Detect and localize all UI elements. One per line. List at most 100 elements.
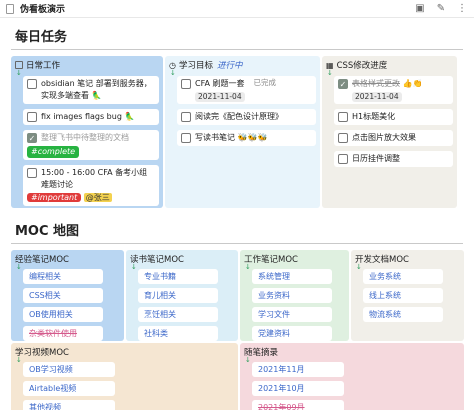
task-card[interactable]: H1标题美化 (334, 109, 453, 125)
moc-link[interactable]: 社科类 (138, 326, 218, 341)
parrot-icon: 🦜 (91, 91, 102, 100)
moc-link[interactable]: Airtable视频 (23, 381, 115, 396)
reading-view-icon[interactable]: ▣ (414, 3, 426, 15)
task-text: 整理飞书中待整理的文档 (41, 133, 129, 142)
mention-tag[interactable]: @张三 (83, 193, 112, 202)
collapse-icon[interactable]: ↓ (16, 263, 22, 271)
task-text: 点击图片放大效果 (352, 133, 416, 142)
moc-board: 经验笔记MOC ↓ 编程相关 CSS相关 OB使用相关 杂类软件使用 读书笔记M… (11, 250, 464, 410)
moc-link[interactable]: 专业书籍 (138, 269, 218, 284)
kanban-column-study-goals: ◷ 学习目标 进行中 ↓ CFA 刷题一套 已完成 2021-11-04 阅读完… (165, 56, 320, 208)
task-checkbox[interactable] (27, 112, 37, 122)
task-card[interactable]: CFA 刷题一套 已完成 2021-11-04 (177, 76, 316, 104)
task-text: 日历挂件调整 (352, 154, 400, 163)
task-text: 阅读完《配色设计原理》 (195, 112, 283, 121)
moc-column-dev-docs: 开发文档MOC ↓ 业务系统 线上系统 物流系统 (351, 250, 464, 341)
moc-link[interactable]: 2021年11月 (252, 362, 344, 377)
moc-link[interactable]: 烹饪相关 (138, 307, 218, 322)
task-checkbox[interactable]: ✓ (338, 79, 348, 89)
moc-link[interactable]: OB使用相关 (23, 307, 103, 322)
collapse-icon[interactable]: ↓ (131, 263, 137, 271)
collapse-icon[interactable]: ↓ (16, 356, 22, 364)
collapse-icon[interactable]: ↓ (356, 263, 362, 271)
date-badge: 2021-11-04 (352, 92, 402, 102)
edit-icon[interactable]: ✎ (435, 3, 447, 15)
column-title: 经验笔记MOC (15, 255, 69, 265)
task-text: 写读书笔记 🐝🐝🐝 (195, 133, 268, 142)
collapse-icon[interactable]: ↓ (170, 69, 176, 77)
moc-column-reading: 读书笔记MOC ↓ 专业书籍 育儿相关 烹饪相关 社科类 (126, 250, 238, 341)
document-icon (6, 3, 14, 14)
task-checkbox[interactable] (27, 79, 37, 89)
collapse-icon[interactable]: ↓ (16, 69, 22, 77)
thumbs-up-icon: 👍👏 (402, 79, 423, 88)
task-card[interactable]: 写读书笔记 🐝🐝🐝 (177, 130, 316, 146)
column-header: ▦ CSS修改进度 (326, 59, 453, 72)
moc-column-work: 工作笔记MOC ↓ 系统管理 业务资料 学习文件 党建资料 (240, 250, 349, 341)
task-card[interactable]: 阅读完《配色设计原理》 (177, 109, 316, 125)
task-text: 15:00 - 16:00 CFA 备考小组难题讨论 (41, 168, 148, 189)
task-card[interactable]: 日历挂件调整 (334, 151, 453, 167)
column-title: 学习目标 (178, 61, 213, 71)
moc-link[interactable]: 业务系统 (363, 269, 443, 284)
collapse-icon[interactable]: ↓ (245, 263, 251, 271)
moc-link[interactable]: 其他视频 (23, 400, 115, 410)
kanban-column-daily-work: 日常工作 ↓ obsidian 笔记 部署到服务器，实现多端查看 🦜 fix i… (11, 56, 163, 208)
daily-board: 日常工作 ↓ obsidian 笔记 部署到服务器，实现多端查看 🦜 fix i… (11, 56, 463, 208)
task-card[interactable]: ✓ 表格样式更改 👍👏 2021-11-04 (334, 76, 453, 104)
task-checkbox[interactable]: ✓ (27, 133, 37, 143)
important-tag[interactable]: #important (27, 193, 82, 202)
moc-link[interactable]: 物流系统 (363, 307, 443, 322)
moc-link[interactable]: 编程相关 (23, 269, 103, 284)
more-options-icon[interactable]: ⋮ (456, 3, 468, 15)
title-bar: 伪看板演示 ▣ ✎ ⋮ (0, 0, 474, 18)
moc-link[interactable]: 线上系统 (363, 288, 443, 303)
task-text: fix images flags bug 🦜 (41, 112, 135, 121)
kanban-column-css-progress: ▦ CSS修改进度 ↓ ✓ 表格样式更改 👍👏 2021-11-04 H1标题美… (322, 56, 457, 208)
moc-link[interactable]: 党建资料 (252, 326, 332, 341)
moc-link[interactable]: 杂类软件使用 (23, 326, 103, 341)
done-badge: 已完成 (253, 78, 276, 87)
column-header: ◷ 学习目标 进行中 (169, 59, 316, 72)
column-title: 日常工作 (26, 61, 61, 71)
task-text: 表格样式更改 👍👏 (352, 79, 423, 88)
task-checkbox[interactable] (338, 133, 348, 143)
task-checkbox[interactable] (338, 154, 348, 164)
moc-column-experience: 经验笔记MOC ↓ 编程相关 CSS相关 OB使用相关 杂类软件使用 (11, 250, 124, 341)
moc-heading: MOC 地图 (11, 213, 463, 244)
column-title: 读书笔记MOC (130, 255, 184, 265)
column-header: 日常工作 (15, 59, 159, 71)
task-checkbox[interactable] (338, 112, 348, 122)
moc-link[interactable]: 2021年10月 (252, 381, 344, 396)
task-card[interactable]: obsidian 笔记 部署到服务器，实现多端查看 🦜 (23, 76, 159, 104)
task-checkbox[interactable] (181, 79, 191, 89)
task-card[interactable]: 点击图片放大效果 (334, 130, 453, 146)
column-title: 学习视频MOC (15, 348, 69, 358)
column-title: CSS修改进度 (336, 61, 388, 71)
moc-link[interactable]: 育儿相关 (138, 288, 218, 303)
column-title: 开发文档MOC (355, 255, 409, 265)
task-checkbox[interactable] (181, 133, 191, 143)
moc-link[interactable]: OB学习视频 (23, 362, 115, 377)
moc-link[interactable]: CSS相关 (23, 288, 103, 303)
moc-link[interactable]: 业务资料 (252, 288, 332, 303)
collapse-icon[interactable]: ↓ (327, 69, 333, 77)
moc-link[interactable]: 2021年09月 (252, 400, 344, 410)
collapse-icon[interactable]: ↓ (245, 356, 251, 364)
column-title: 随笔摘录 (244, 348, 279, 358)
note-content: 每日任务 日常工作 ↓ obsidian 笔记 部署到服务器，实现多端查看 🦜 … (0, 19, 474, 410)
complete-tag[interactable]: #complete (27, 146, 80, 158)
moc-link[interactable]: 系统管理 (252, 269, 332, 284)
task-card[interactable]: ✓ 整理飞书中待整理的文档 #complete (23, 130, 159, 160)
daily-heading: 每日任务 (11, 19, 463, 50)
task-checkbox[interactable] (27, 168, 37, 178)
task-checkbox[interactable] (181, 112, 191, 122)
moc-link[interactable]: 学习文件 (252, 307, 332, 322)
column-status: 进行中 (217, 61, 243, 71)
task-card[interactable]: 15:00 - 16:00 CFA 备考小组难题讨论 #important @张… (23, 165, 159, 206)
task-card[interactable]: fix images flags bug 🦜 (23, 109, 159, 125)
moc-column-excerpts: 随笔摘录 ↓ 2021年11月 2021年10月 2021年09月 (240, 343, 464, 410)
task-text: obsidian 笔记 部署到服务器，实现多端查看 🦜 (41, 79, 152, 100)
window-title: 伪看板演示 (20, 5, 66, 15)
date-badge: 2021-11-04 (195, 92, 245, 102)
